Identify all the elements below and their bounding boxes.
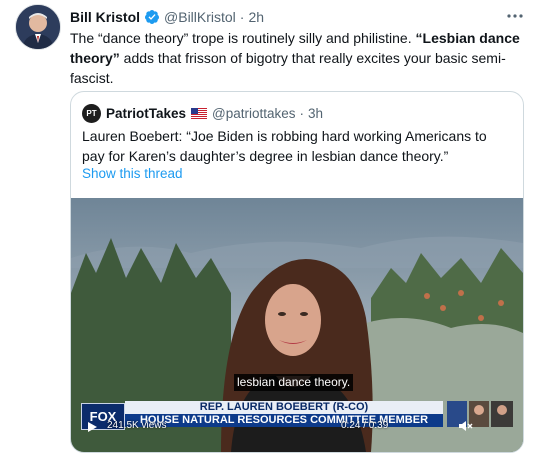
author-avatar[interactable] — [15, 4, 61, 50]
video-caption: lesbian dance theory. — [234, 374, 354, 391]
us-flag-icon — [191, 108, 208, 119]
tweet-text: The “dance theory” trope is routinely si… — [70, 28, 520, 88]
quoted-tweet-timestamp[interactable]: 3h — [308, 106, 323, 121]
chyron-title: HOUSE NATURAL RESOURCES COMMITTEE MEMBER — [125, 414, 443, 427]
tweet-timestamp[interactable]: 2h — [248, 8, 264, 26]
more-horizontal-icon[interactable] — [505, 6, 525, 26]
chyron-name: REP. LAUREN BOEBERT (R-CO) — [125, 401, 443, 414]
tweet: Bill Kristol @BillKristol · 2h The “danc… — [0, 0, 540, 453]
separator-dot: · — [239, 9, 245, 25]
author-handle[interactable]: @BillKristol — [164, 8, 236, 26]
volume-muted-icon[interactable] — [457, 418, 473, 434]
view-count: 241.5K views — [107, 420, 167, 431]
verified-badge-icon — [145, 10, 160, 24]
quoted-tweet-header: PT PatriotTakes @patriottakes · 3h — [82, 104, 323, 123]
play-icon[interactable] — [85, 420, 99, 434]
video-player[interactable]: lesbian dance theory. FOX REP. LAUREN BO… — [71, 198, 523, 452]
quoted-author-avatar[interactable]: PT — [82, 104, 101, 123]
news-lower-third: FOX REP. LAUREN BOEBERT (R-CO) HOUSE NAT… — [79, 398, 515, 452]
separator-dot: · — [299, 106, 305, 121]
tweet-text-part-1: The “dance theory” trope is routinely si… — [70, 30, 416, 46]
quoted-author-handle[interactable]: @patriottakes — [212, 106, 296, 121]
quoted-tweet[interactable]: PT PatriotTakes @patriottakes · 3h Laure… — [70, 91, 524, 453]
quoted-author-name[interactable]: PatriotTakes — [106, 106, 186, 121]
quoted-tweet-text: Lauren Boebert: “Joe Biden is robbing ha… — [82, 128, 487, 164]
tweet-header: Bill Kristol @BillKristol · 2h — [70, 8, 264, 26]
tweet-text-part-2: adds that frisson of bigotry that really… — [70, 50, 506, 86]
video-time: 0:24 / 0:39 — [341, 420, 389, 431]
show-thread-link[interactable]: Show this thread — [82, 166, 183, 181]
author-name[interactable]: Bill Kristol — [70, 8, 140, 26]
